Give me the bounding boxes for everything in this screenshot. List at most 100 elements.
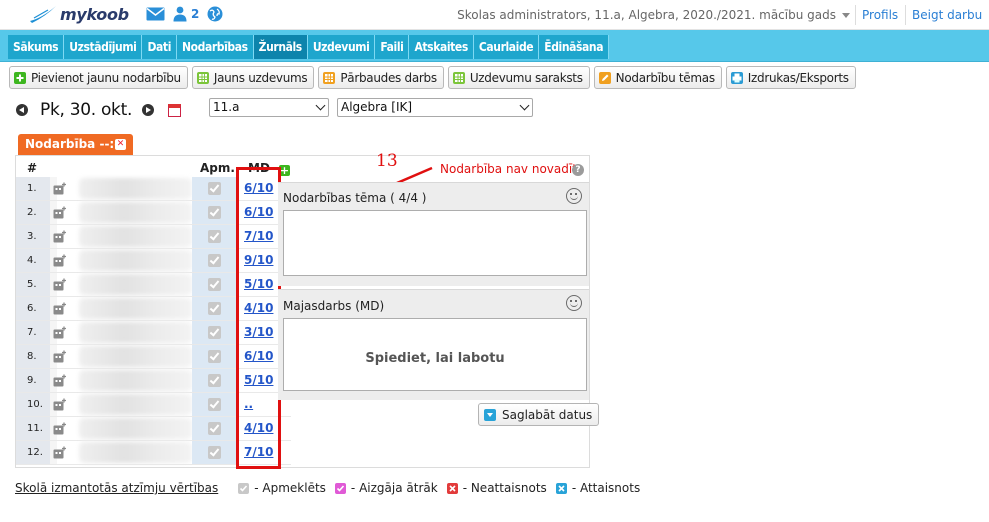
new-task-button[interactable]: Jauns uzdevums bbox=[191, 66, 315, 89]
close-icon[interactable]: ✕ bbox=[115, 139, 126, 150]
nav-item-sakums[interactable]: Sākums bbox=[8, 35, 65, 59]
student-info-icon[interactable] bbox=[53, 278, 67, 291]
lesson-topic-field[interactable] bbox=[283, 210, 587, 276]
logout-link[interactable]: Beigt darbu bbox=[912, 8, 982, 22]
student-name-redacted[interactable] bbox=[79, 394, 192, 415]
mykoob-logo[interactable]: mykoob bbox=[28, 3, 129, 25]
print-export-label: Izdrukas/Eksports bbox=[747, 70, 849, 85]
grid-icon bbox=[452, 71, 465, 84]
logo-swoosh-icon bbox=[30, 6, 56, 23]
attendance-checkbox[interactable] bbox=[208, 182, 221, 195]
school-year-selector[interactable]: Skolas administrators, 11.a, Algebra, 20… bbox=[457, 8, 850, 22]
attendance-checkbox[interactable] bbox=[208, 206, 221, 219]
nav-item-edinasana[interactable]: Ēdināšana bbox=[539, 35, 610, 59]
previous-day-icon[interactable] bbox=[16, 104, 28, 116]
student-info-icon[interactable] bbox=[53, 326, 67, 339]
profile-link[interactable]: Profils bbox=[862, 8, 898, 22]
grade-values-link[interactable]: Skolā izmantotās atzīmju vērtības bbox=[15, 481, 218, 495]
student-name-redacted[interactable] bbox=[79, 298, 192, 319]
row-number: 2. bbox=[27, 207, 37, 218]
attendance-checkbox[interactable] bbox=[208, 374, 221, 387]
mail-icon[interactable] bbox=[146, 7, 165, 21]
legend-item-unexcused: - Neattaisnots bbox=[446, 481, 547, 495]
smiley-icon[interactable] bbox=[566, 295, 582, 311]
top-bar: mykoob 2 Skolas administrators, 11.a, Al… bbox=[0, 0, 989, 30]
student-info-icon[interactable] bbox=[53, 182, 67, 195]
student-name-redacted[interactable] bbox=[79, 322, 192, 343]
nav-item-uzstadijumi[interactable]: Uzstādījumi bbox=[64, 35, 143, 59]
homework-field[interactable]: Spiediet, lai labotu bbox=[283, 318, 587, 391]
student-info-icon[interactable] bbox=[53, 230, 67, 243]
people-count[interactable]: 2 bbox=[191, 7, 199, 21]
student-info-icon[interactable] bbox=[53, 398, 67, 411]
save-data-label: Saglabāt datus bbox=[502, 407, 593, 422]
nav-item-nodarbibas[interactable]: Nodarbības bbox=[177, 35, 254, 59]
user-icon[interactable] bbox=[173, 6, 187, 22]
student-info-icon[interactable] bbox=[53, 350, 67, 363]
attendance-checkbox[interactable] bbox=[208, 398, 221, 411]
lesson-tab[interactable]: Nodarbība --:-- ✕ bbox=[18, 134, 133, 155]
student-name-redacted[interactable] bbox=[79, 418, 192, 439]
pencil-icon bbox=[598, 71, 611, 84]
student-name-redacted[interactable] bbox=[79, 442, 192, 463]
student-name-redacted[interactable] bbox=[79, 178, 192, 199]
student-name-redacted[interactable] bbox=[79, 346, 192, 367]
class-select-value: 11.a bbox=[213, 100, 240, 114]
globe-icon[interactable] bbox=[207, 6, 223, 22]
class-select[interactable]: 11.a bbox=[209, 98, 329, 117]
journal-toolbar: Pievienot jaunu nodarbību Jauns uzdevums… bbox=[9, 66, 856, 89]
attendance-checkbox[interactable] bbox=[208, 278, 221, 291]
student-name-redacted[interactable] bbox=[79, 202, 192, 223]
nav-item-faili[interactable]: Faili bbox=[375, 35, 410, 59]
top-icons: 2 bbox=[146, 6, 223, 22]
student-info-icon[interactable] bbox=[53, 206, 67, 219]
attendance-checkbox[interactable] bbox=[208, 446, 221, 459]
student-info-icon[interactable] bbox=[53, 254, 67, 267]
attendance-checkbox[interactable] bbox=[208, 350, 221, 363]
main-navigation: Sākums Uzstādījumi Dati Nodarbības Žurnā… bbox=[0, 30, 989, 62]
printer-icon bbox=[730, 71, 743, 84]
help-icon[interactable]: ? bbox=[572, 164, 584, 176]
next-day-icon[interactable] bbox=[142, 104, 155, 116]
nav-item-zurnals[interactable]: Žurnāls bbox=[253, 35, 308, 59]
student-name-redacted[interactable] bbox=[79, 370, 192, 391]
calendar-icon[interactable] bbox=[168, 103, 182, 117]
homework-title: Majasdarbs (MD) bbox=[283, 299, 385, 313]
student-name-redacted[interactable] bbox=[79, 226, 192, 247]
divider bbox=[855, 5, 856, 25]
student-name-redacted[interactable] bbox=[79, 274, 192, 295]
attendance-checkbox[interactable] bbox=[208, 230, 221, 243]
logo-text: mykoob bbox=[60, 4, 129, 24]
nav-item-caurlaide[interactable]: Caurlaide bbox=[473, 35, 540, 59]
grid-icon bbox=[323, 71, 336, 84]
lesson-topic-title: Nodarbības tēma ( 4/4 ) bbox=[283, 191, 427, 205]
attendance-checkbox[interactable] bbox=[208, 254, 221, 267]
test-button[interactable]: Pārbaudes darbs bbox=[318, 66, 444, 89]
attendance-checkbox[interactable] bbox=[208, 422, 221, 435]
attendance-checkbox[interactable] bbox=[208, 302, 221, 315]
student-info-icon[interactable] bbox=[53, 302, 67, 315]
test-label: Pārbaudes darbs bbox=[340, 70, 437, 85]
save-data-button[interactable]: Saglabāt datus bbox=[478, 403, 600, 426]
legend-label: - Aizgāja ātrāk bbox=[350, 481, 438, 495]
student-info-icon[interactable] bbox=[53, 374, 67, 387]
print-export-button[interactable]: Izdrukas/Eksports bbox=[725, 66, 856, 89]
attendance-checkbox[interactable] bbox=[208, 326, 221, 339]
subject-select[interactable]: Algebra [IK] bbox=[337, 98, 533, 117]
lesson-topics-label: Nodarbību tēmas bbox=[615, 70, 715, 85]
plus-green-icon bbox=[14, 71, 26, 84]
student-info-icon[interactable] bbox=[53, 446, 67, 459]
school-info-text: Skolas administrators, 11.a, Algebra, 20… bbox=[457, 8, 836, 22]
nav-item-dati[interactable]: Dati bbox=[142, 35, 177, 59]
task-list-button[interactable]: Uzdevumu saraksts bbox=[447, 66, 590, 89]
student-info-icon[interactable] bbox=[53, 422, 67, 435]
add-lesson-button[interactable]: Pievienot jaunu nodarbību bbox=[9, 66, 188, 89]
nav-item-atskaites[interactable]: Atskaites bbox=[409, 35, 474, 59]
student-name-redacted[interactable] bbox=[79, 250, 192, 271]
attendance-legend: Skolā izmantotās atzīmju vērtības - Apme… bbox=[15, 481, 649, 495]
lesson-topics-button[interactable]: Nodarbību tēmas bbox=[593, 66, 722, 89]
nav-item-uzdevumi[interactable]: Uzdevumi bbox=[307, 35, 376, 59]
smiley-icon[interactable] bbox=[566, 188, 582, 204]
row-number: 6. bbox=[27, 303, 37, 314]
row-number: 10. bbox=[27, 399, 43, 410]
